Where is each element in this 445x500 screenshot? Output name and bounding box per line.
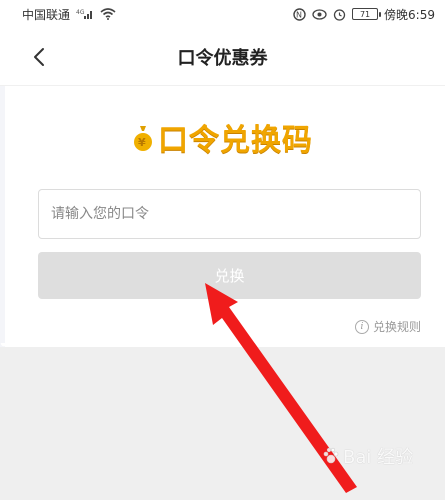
password-input[interactable]: [39, 190, 420, 238]
carrier-label: 中国联通: [22, 7, 71, 22]
network-label: 4G: [76, 9, 85, 16]
battery-icon: 71: [352, 8, 382, 20]
nav-bar: 口令优惠券: [0, 28, 445, 86]
chevron-left-icon: [34, 48, 44, 66]
watermark: Bai 经验: [322, 443, 413, 469]
watermark-text: Bai 经验: [343, 447, 414, 468]
headline: ¥ 口令兑换码: [0, 112, 445, 162]
paw-icon: [323, 447, 339, 464]
svg-text:N: N: [296, 10, 302, 19]
status-bar: 中国联通 4G N 71 傍晚6:59: [0, 0, 445, 28]
password-input-box[interactable]: [38, 189, 421, 239]
signal-icon: 4G: [76, 8, 94, 20]
lower-background: [0, 343, 445, 500]
back-button[interactable]: [24, 42, 54, 72]
svg-text:¥: ¥: [138, 136, 146, 149]
alarm-icon: [333, 8, 346, 21]
redeem-button[interactable]: 兑换: [38, 252, 421, 299]
money-bag-icon: ¥: [134, 126, 152, 151]
wifi-icon: [100, 8, 116, 20]
rules-link[interactable]: i 兑换规则: [354, 318, 421, 335]
battery-level: 71: [359, 9, 371, 19]
info-icon: i: [354, 319, 369, 334]
headline-text: 口令兑换码: [158, 123, 313, 158]
rules-label: 兑换规则: [372, 320, 421, 334]
clock-label: 傍晚6:59: [384, 7, 435, 22]
eye-icon: [312, 8, 327, 20]
page-title: 口令优惠券: [177, 47, 268, 69]
nfc-icon: N: [293, 7, 306, 21]
